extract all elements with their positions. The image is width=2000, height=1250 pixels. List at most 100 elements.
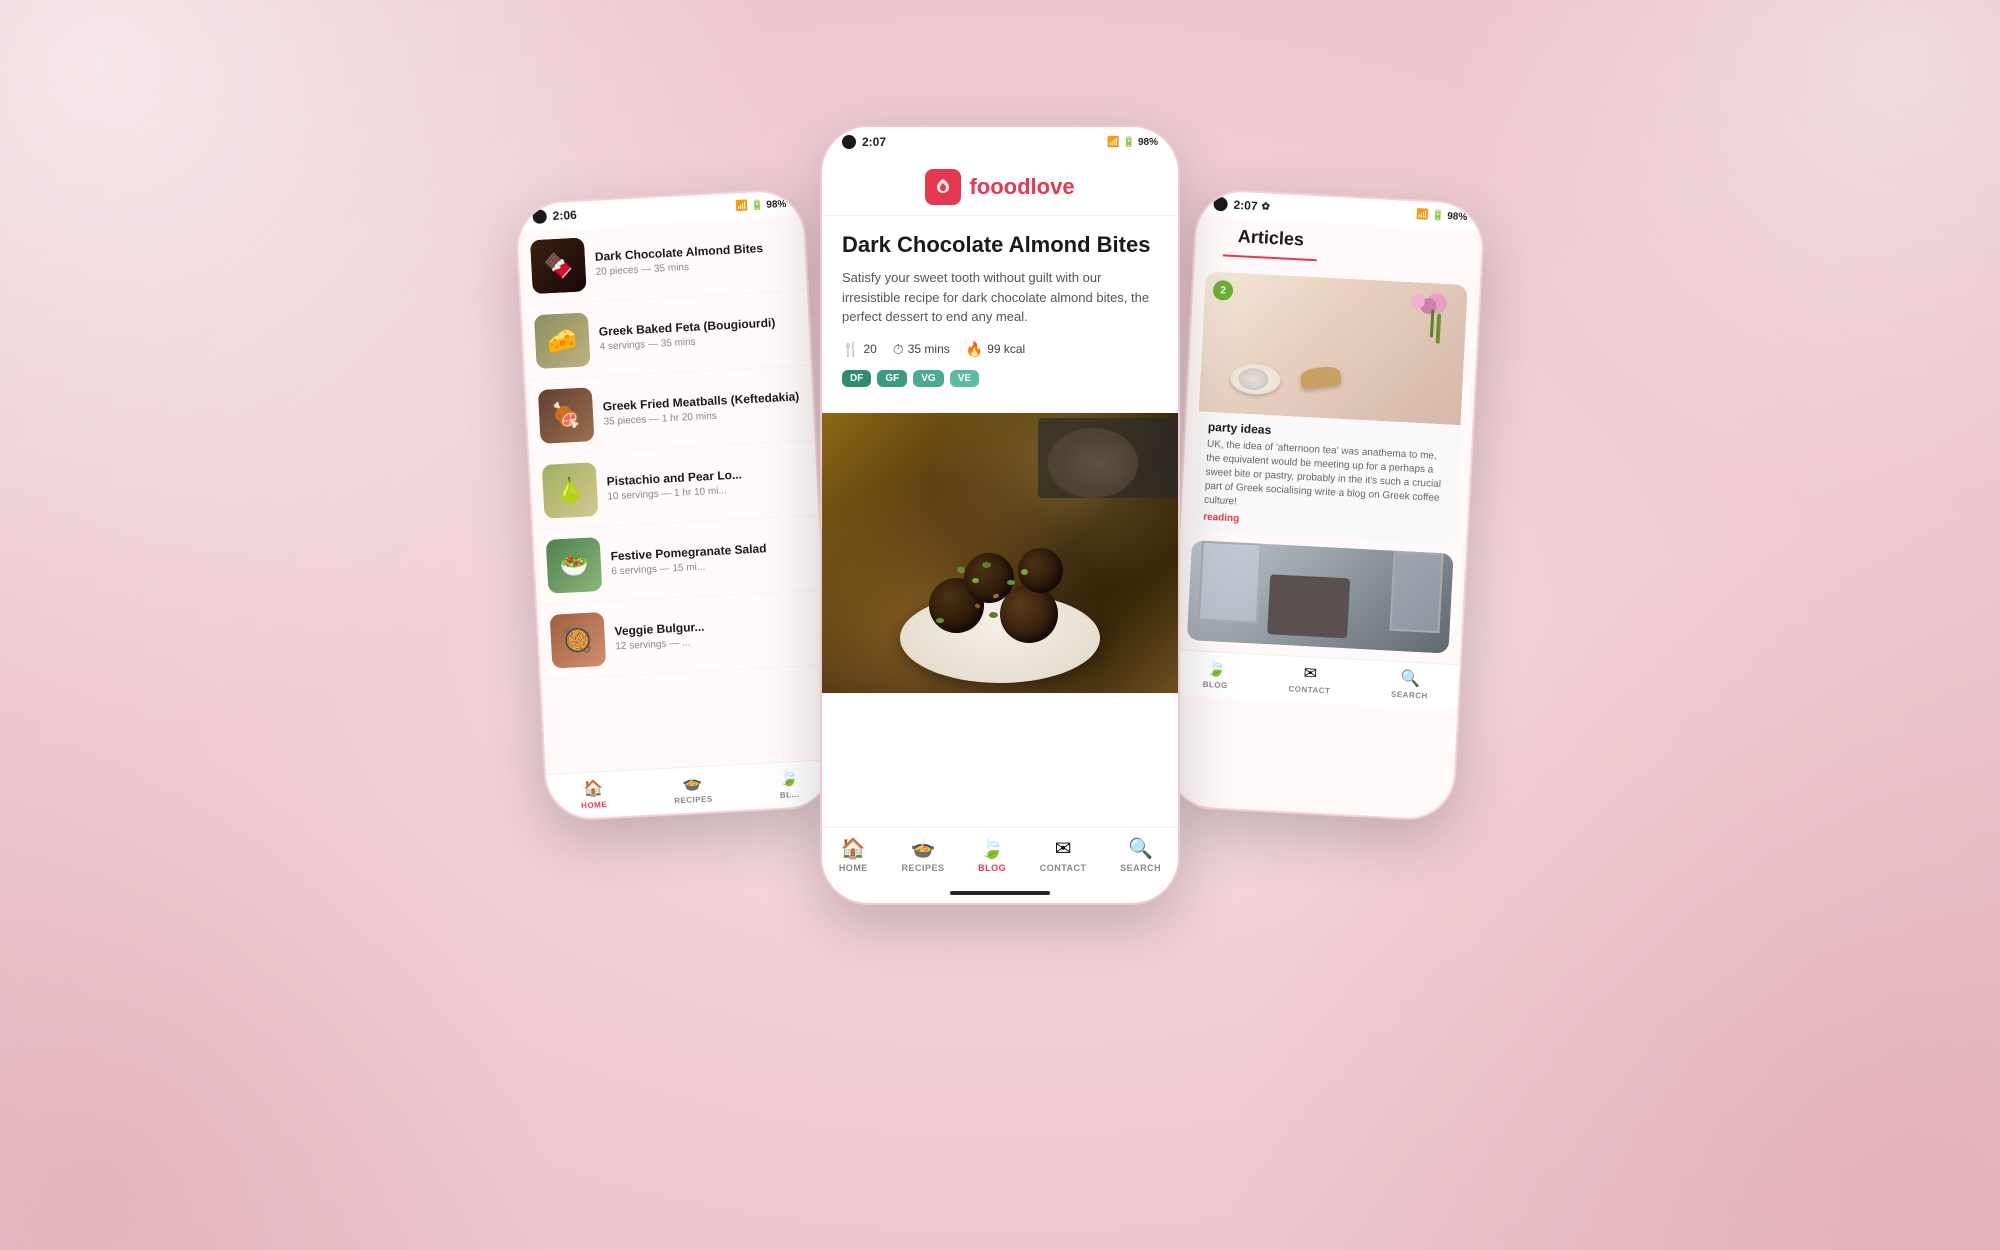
content-area: Dark Chocolate Almond Bites Satisfy your… [822, 216, 1178, 827]
bottom-nav-center: 🏠 HOME 🍲 RECIPES 🍃 BLOG ✉ CONTACT 🔍 SEAR… [822, 827, 1178, 885]
calories-meta: 🔥 99 kcal [966, 341, 1025, 358]
tag-ve: VE [950, 370, 979, 387]
article-image-1: 2 [1199, 271, 1468, 425]
nav-home-center[interactable]: 🏠 HOME [839, 836, 868, 873]
recipe-info: Veggie Bulgur... 12 servings — ... [614, 619, 705, 652]
signal-icon: 🔋 [1123, 137, 1135, 148]
battery-center: 98% [1138, 137, 1158, 148]
nav-contact-label: CONTACT [1040, 863, 1087, 873]
servings-icon: 🍴 [842, 341, 859, 358]
recipe-thumb: 🍖 [538, 387, 595, 444]
recipe-info: Greek Fried Meatballs (Keftedakia) 35 pi… [602, 389, 800, 428]
status-icons-right: 📶 🔋 98% [1416, 209, 1467, 223]
camera-center [842, 135, 856, 149]
article-card-2[interactable] [1187, 540, 1454, 654]
nav-recipes-left[interactable]: 🍲 RECIPES [673, 772, 713, 805]
nav-blog-label: BL... [780, 790, 800, 800]
nav-home-label: HOME [839, 863, 868, 873]
recipe-hero: Dark Chocolate Almond Bites Satisfy your… [822, 216, 1178, 413]
battery-right: 98% [1447, 211, 1468, 223]
status-icons-left: 📶 🔋 98% [735, 198, 786, 212]
blog-icon-right: 🍃 [1206, 658, 1227, 679]
article-image-2 [1187, 540, 1454, 654]
tag-df: DF [842, 370, 871, 387]
calories-icon: 🔥 [966, 341, 983, 358]
wifi-icon-right: 📶 [1416, 209, 1429, 221]
nav-search-right[interactable]: 🔍 SEARCH [1391, 668, 1429, 701]
logo: fooodlove [925, 169, 1074, 205]
nav-search-label-right: SEARCH [1391, 690, 1428, 701]
app-header: fooodlove [822, 157, 1178, 216]
bottom-nav-right: 🍃 BLOG ✉ CONTACT 🔍 SEARCH [1172, 649, 1460, 710]
time-left: 2:06 [552, 208, 577, 223]
nav-recipes-label: RECIPES [674, 794, 713, 805]
nav-search-label: SEARCH [1120, 863, 1161, 873]
nav-blog-left[interactable]: 🍃 BL... [778, 768, 800, 800]
recipe-info: Dark Chocolate Almond Bites 20 pieces — … [595, 241, 765, 278]
camera-left [532, 209, 547, 224]
recipe-title: Dark Chocolate Almond Bites [842, 232, 1158, 258]
nav-contact-center[interactable]: ✉ CONTACT [1040, 836, 1087, 873]
recipe-meta: 🍴 20 ⏱ 35 mins 🔥 99 kcal [842, 341, 1158, 358]
article-excerpt-1: UK, the idea of 'afternoon tea' was anat… [1204, 438, 1449, 521]
blog-icon: 🍃 [778, 768, 799, 789]
phone-center: 2:07 📶 🔋 98% fooodlove [820, 125, 1180, 905]
nav-recipes-center[interactable]: 🍲 RECIPES [901, 836, 944, 873]
time-meta: ⏱ 35 mins [893, 341, 950, 358]
contact-icon: ✉ [1055, 836, 1072, 861]
recipe-thumb: 🍫 [530, 237, 587, 294]
recipe-thumb: 🍐 [542, 462, 599, 519]
recipe-info: Festive Pomegranate Salad 6 servings — 1… [610, 541, 767, 578]
status-bar-center: 2:07 📶 🔋 98% [822, 127, 1178, 157]
battery-icon-right: 🔋 [1432, 210, 1445, 222]
wifi-icon: 📶 [1107, 137, 1119, 148]
home-indicator [950, 891, 1050, 895]
recipe-info: Pistachio and Pear Lo... 10 servings — 1… [606, 467, 743, 503]
nav-blog-center[interactable]: 🍃 BLOG [978, 836, 1006, 873]
nav-search-center[interactable]: 🔍 SEARCH [1120, 836, 1161, 873]
servings-value: 20 [863, 342, 876, 356]
time-icon: ⏱ [893, 341, 904, 358]
contact-icon-right: ✉ [1303, 663, 1317, 684]
time-value: 35 mins [908, 342, 950, 356]
recipe-thumb: 🥗 [546, 537, 603, 594]
logo-icon [925, 169, 961, 205]
home-icon: 🏠 [841, 836, 866, 861]
search-icon: 🔍 [1128, 836, 1153, 861]
calories-value: 99 kcal [987, 342, 1025, 356]
diet-tags: DF GF VG VE [842, 370, 1158, 387]
nav-blog-label-right: BLOG [1203, 680, 1229, 690]
nav-contact-right[interactable]: ✉ CONTACT [1288, 662, 1332, 695]
recipe-thumb: 🧀 [534, 312, 591, 369]
nav-home-left[interactable]: 🏠 HOME [580, 778, 608, 810]
phones-container: 2:06 📶 🔋 98% 🍫 Dark Chocolate Almond Bit… [550, 75, 1450, 1175]
home-icon: 🏠 [583, 778, 604, 799]
nav-blog-right[interactable]: 🍃 BLOG [1203, 658, 1230, 690]
recipe-info: Greek Baked Feta (Bougiourdi) 4 servings… [598, 315, 776, 353]
tag-vg: VG [913, 370, 943, 387]
list-item[interactable]: 🥘 Veggie Bulgur... 12 servings — ... [537, 590, 827, 680]
camera-right [1213, 197, 1228, 212]
recipe-thumb: 🥘 [550, 612, 607, 669]
nav-home-label: HOME [581, 800, 607, 810]
nav-recipes-label: RECIPES [901, 863, 944, 873]
nav-contact-label-right: CONTACT [1288, 684, 1330, 695]
recipe-list: 🍫 Dark Chocolate Almond Bites 20 pieces … [517, 216, 831, 774]
logo-text: fooodlove [969, 174, 1074, 200]
time-center: 2:07 [862, 135, 886, 149]
search-icon-right: 🔍 [1400, 668, 1421, 689]
recipes-icon: 🍲 [910, 836, 935, 861]
article-card-1[interactable]: 2 party ideas UK, the idea of 'afternoon… [1193, 271, 1468, 543]
article-text-1: party ideas UK, the idea of 'afternoon t… [1193, 411, 1461, 544]
phone-left: 2:06 📶 🔋 98% 🍫 Dark Chocolate Almond Bit… [514, 188, 836, 822]
recipes-icon: 🍲 [682, 773, 703, 794]
tag-gf: GF [877, 370, 907, 387]
recipe-image [822, 413, 1178, 693]
recipe-description: Satisfy your sweet tooth without guilt w… [842, 268, 1158, 327]
blog-icon: 🍃 [980, 836, 1005, 861]
phone-right: 2:07 ✿ 📶 🔋 98% Articles [1164, 188, 1486, 822]
articles-header: Articles [1223, 221, 1319, 261]
servings-meta: 🍴 20 [842, 341, 877, 358]
nav-blog-label: BLOG [978, 863, 1006, 873]
time-right: 2:07 [1233, 198, 1258, 213]
